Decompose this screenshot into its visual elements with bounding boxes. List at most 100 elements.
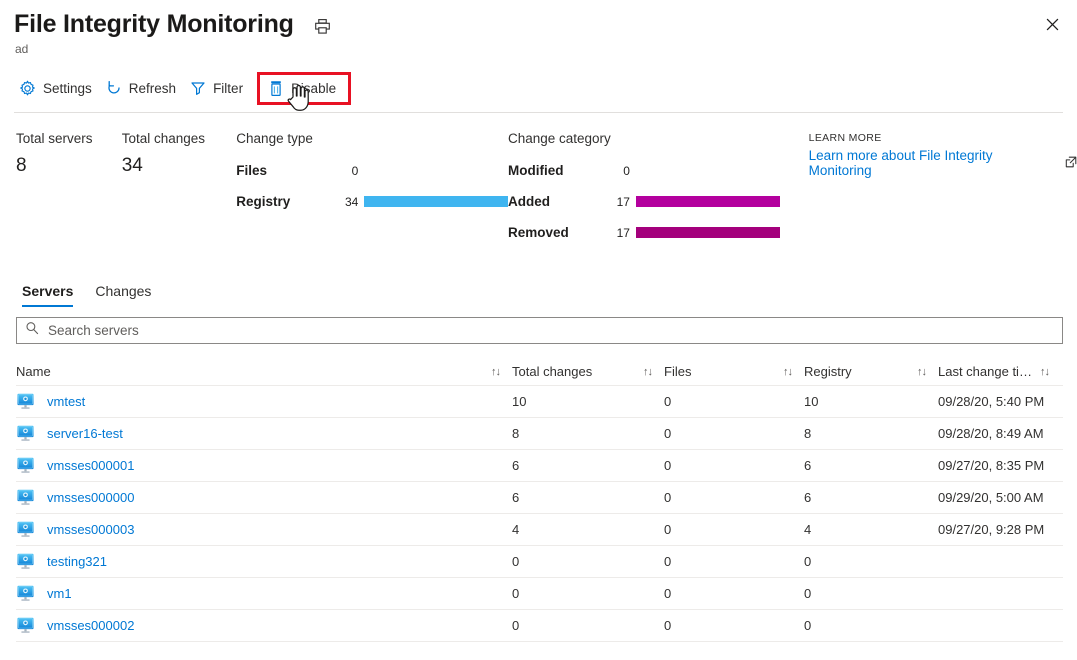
column-header-total-changes[interactable]: Total changes ↑↓ — [512, 364, 664, 379]
table-row[interactable]: vm1 0 0 0 — [16, 578, 1063, 610]
gear-icon — [19, 80, 36, 97]
bar-track — [364, 196, 508, 207]
tab-changes[interactable]: Changes — [95, 283, 151, 307]
change-category-bar-row: Added 17 — [508, 186, 780, 217]
column-header-files[interactable]: Files ↑↓ — [664, 364, 804, 379]
virtual-machine-icon — [16, 457, 35, 474]
filter-icon — [190, 80, 206, 96]
sort-icon[interactable]: ↑↓ — [491, 366, 512, 378]
bar-value: 34 — [328, 195, 364, 209]
total-changes-cell: 10 — [512, 394, 664, 409]
sort-icon[interactable]: ↑↓ — [783, 366, 804, 378]
column-label: Total changes — [512, 364, 592, 379]
bar-label: Registry — [236, 194, 328, 209]
refresh-button[interactable]: Refresh — [101, 74, 185, 102]
total-servers-value: 8 — [16, 155, 122, 177]
files-cell: 0 — [664, 426, 804, 441]
files-cell: 0 — [664, 586, 804, 601]
change-category-bar-row: Modified 0 — [508, 155, 780, 186]
change-category-label: Change category — [508, 131, 780, 146]
bar-track — [364, 165, 508, 176]
last-change-time-cell: 09/27/20, 9:28 PM — [938, 522, 1063, 537]
total-changes-metric: Total changes 34 — [122, 131, 237, 177]
bar-track — [636, 165, 780, 176]
title-row: File Integrity Monitoring — [0, 0, 1077, 39]
sort-icon[interactable]: ↑↓ — [1040, 366, 1061, 378]
disable-button[interactable]: Disable — [260, 75, 348, 102]
server-link[interactable]: vmsses000002 — [47, 618, 134, 633]
learn-more-link[interactable]: Learn more about File Integrity Monitori… — [809, 148, 1056, 178]
total-changes-cell: 8 — [512, 426, 664, 441]
tab-servers[interactable]: Servers — [22, 283, 73, 307]
files-cell: 0 — [664, 522, 804, 537]
registry-cell: 0 — [804, 554, 938, 569]
search-section — [0, 307, 1077, 344]
change-type-bar-row: Files 0 — [236, 155, 508, 186]
close-button[interactable] — [1037, 9, 1067, 39]
table-row[interactable]: testing321 0 0 0 — [16, 546, 1063, 578]
server-link[interactable]: vmsses000001 — [47, 458, 134, 473]
server-name-cell: server16-test — [16, 425, 512, 442]
table-row[interactable]: vmsses000001 6 0 6 09/27/20, 8:35 PM — [16, 450, 1063, 482]
server-link[interactable]: vmtest — [47, 394, 85, 409]
total-changes-cell: 6 — [512, 458, 664, 473]
files-cell: 0 — [664, 490, 804, 505]
bar-value: 17 — [600, 195, 636, 209]
last-change-time-cell: 09/27/20, 8:35 PM — [938, 458, 1063, 473]
print-icon[interactable] — [314, 18, 331, 35]
server-link[interactable]: vm1 — [47, 586, 72, 601]
column-header-last-change-time[interactable]: Last change tim... ↑↓ — [938, 364, 1063, 379]
settings-button[interactable]: Settings — [14, 74, 101, 103]
server-name-cell: vm1 — [16, 585, 512, 602]
search-icon — [25, 321, 39, 340]
files-cell: 0 — [664, 554, 804, 569]
bar-label: Added — [508, 194, 600, 209]
server-name-cell: vmsses000003 — [16, 521, 512, 538]
search-box[interactable] — [16, 317, 1063, 344]
tab-bar: Servers Changes — [0, 277, 1077, 307]
virtual-machine-icon — [16, 521, 35, 538]
server-name-cell: vmsses000002 — [16, 617, 512, 634]
search-input[interactable] — [46, 318, 1054, 343]
column-header-name[interactable]: Name ↑↓ — [16, 364, 512, 379]
trash-icon — [268, 80, 284, 97]
virtual-machine-icon — [16, 393, 35, 410]
server-link[interactable]: vmsses000003 — [47, 522, 134, 537]
bar-value: 0 — [600, 164, 636, 178]
server-link[interactable]: testing321 — [47, 554, 107, 569]
total-changes-cell: 0 — [512, 586, 664, 601]
command-bar: Settings Refresh Filter Disable — [0, 70, 1077, 106]
files-cell: 0 — [664, 394, 804, 409]
table-row[interactable]: vmsses000000 6 0 6 09/29/20, 5:00 AM — [16, 482, 1063, 514]
bar-track — [636, 227, 780, 238]
total-changes-cell: 0 — [512, 618, 664, 633]
table-row[interactable]: vmsses000003 4 0 4 09/27/20, 9:28 PM — [16, 514, 1063, 546]
virtual-machine-icon — [16, 553, 35, 570]
server-name-cell: vmtest — [16, 393, 512, 410]
table-row[interactable]: vmtest 10 0 10 09/28/20, 5:40 PM — [16, 386, 1063, 418]
files-cell: 0 — [664, 618, 804, 633]
registry-cell: 6 — [804, 490, 938, 505]
table-row[interactable]: vmsses000002 0 0 0 — [16, 610, 1063, 642]
table-header-row: Name ↑↓ Total changes ↑↓ Files ↑↓ Regist… — [16, 358, 1063, 386]
external-link-icon — [1065, 156, 1077, 171]
server-link[interactable]: vmsses000000 — [47, 490, 134, 505]
sort-icon[interactable]: ↑↓ — [643, 366, 664, 378]
filter-button[interactable]: Filter — [185, 74, 252, 102]
summary-section: Total servers 8 Total changes 34 Change … — [0, 106, 1077, 248]
total-servers-metric: Total servers 8 — [16, 131, 122, 177]
server-link[interactable]: server16-test — [47, 426, 123, 441]
column-header-registry[interactable]: Registry ↑↓ — [804, 364, 938, 379]
disable-button-highlight: Disable — [257, 72, 351, 105]
change-category-chart: Change category Modified 0 Added 17 — [508, 131, 780, 248]
table-row[interactable]: server16-test 8 0 8 09/28/20, 8:49 AM — [16, 418, 1063, 450]
page-title: File Integrity Monitoring — [14, 9, 294, 39]
table-body: vmtest 10 0 10 09/28/20, 5:40 PM server1… — [16, 386, 1063, 642]
column-label: Last change tim... — [938, 364, 1038, 379]
refresh-icon — [106, 80, 122, 96]
registry-cell: 8 — [804, 426, 938, 441]
filter-label: Filter — [213, 81, 243, 96]
sort-icon[interactable]: ↑↓ — [917, 366, 938, 378]
virtual-machine-icon — [16, 617, 35, 634]
last-change-time-cell: 09/29/20, 5:00 AM — [938, 490, 1063, 505]
